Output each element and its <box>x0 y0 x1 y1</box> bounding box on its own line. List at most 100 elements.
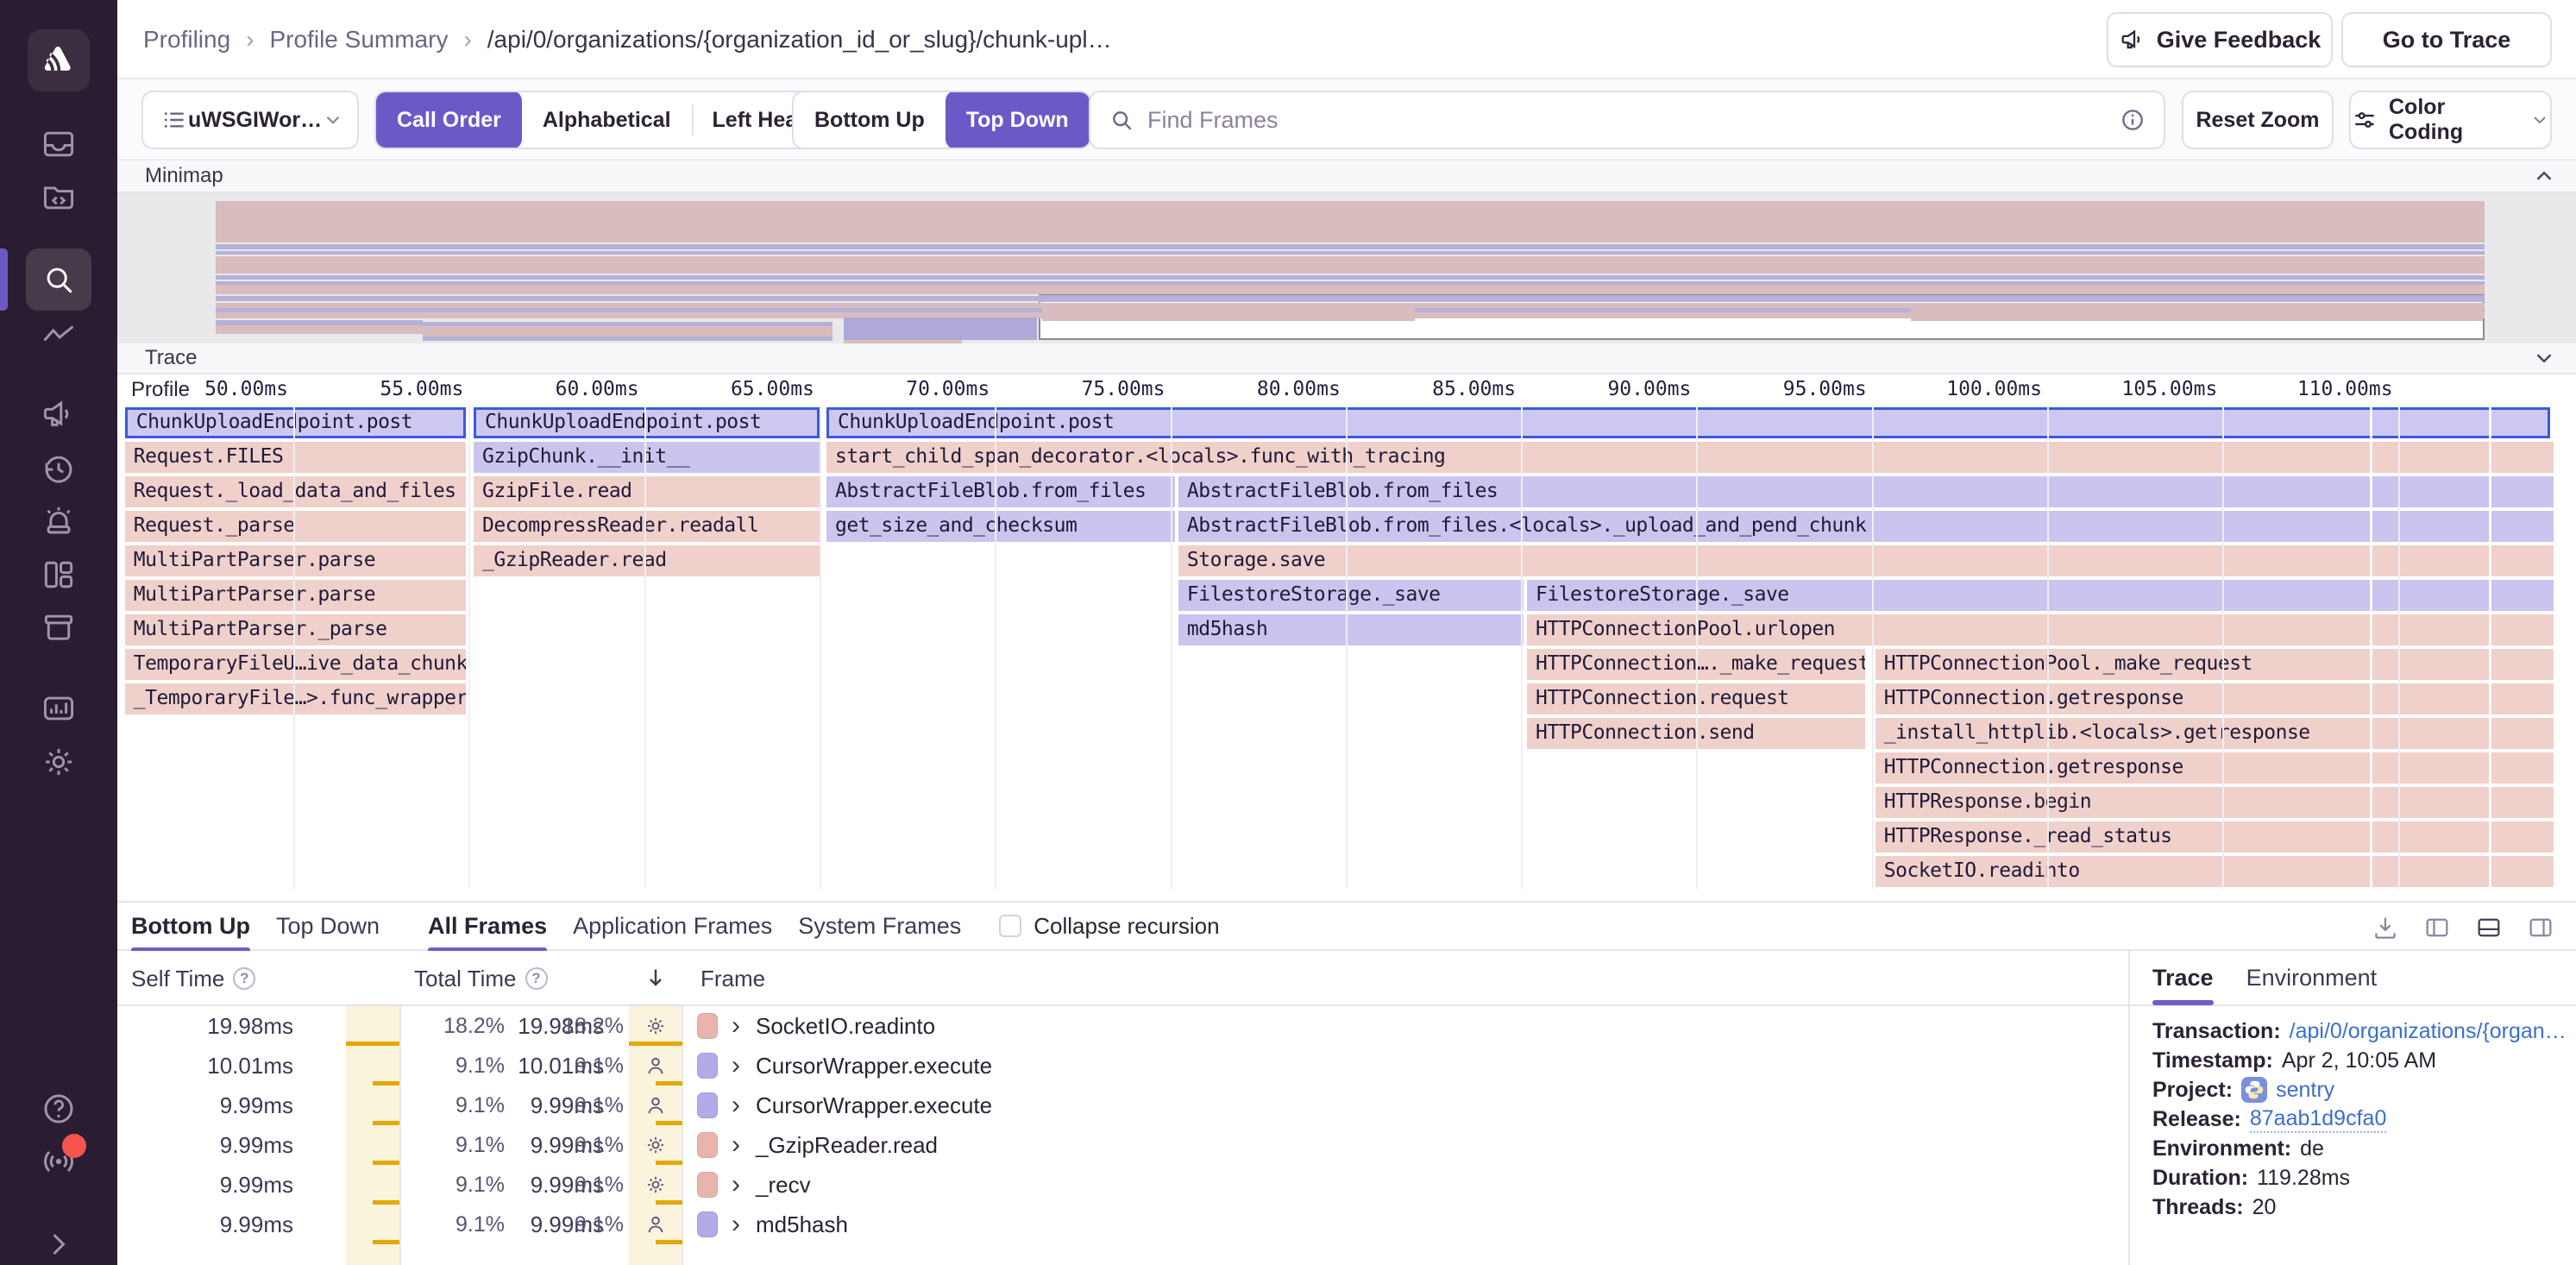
direction-option-bottom-up[interactable]: Bottom Up <box>794 91 946 149</box>
sidebar-item-expand[interactable] <box>40 1225 78 1263</box>
sort-descending-icon[interactable] <box>642 964 669 991</box>
thread-selector-dropdown[interactable]: uWSGIWor… <box>141 91 359 149</box>
expand-row-chevron[interactable]: › <box>732 1205 740 1244</box>
tab-application-frames[interactable]: Application Frames <box>573 901 772 951</box>
chevron-up-icon[interactable] <box>2531 163 2557 189</box>
flame-frame[interactable]: Request._load_data_and_files <box>125 476 466 507</box>
flame-frame[interactable]: DecompressReader.readall <box>474 511 820 542</box>
direction-option-top-down[interactable]: Top Down <box>946 91 1090 149</box>
collapse-recursion-checkbox[interactable] <box>999 915 1021 937</box>
sidebar-item-settings[interactable] <box>40 743 78 781</box>
flame-frame[interactable]: HTTPConnection.getresponse <box>1875 752 2554 784</box>
flame-frame[interactable]: GzipChunk.__init__ <box>474 442 820 473</box>
detail-value[interactable]: sentry <box>2276 1078 2334 1103</box>
flame-frame[interactable]: md5hash <box>1178 614 1524 645</box>
layout-bottom-icon[interactable] <box>2474 913 2504 942</box>
flame-frame[interactable]: HTTPResponse.begin <box>1875 787 2554 818</box>
table-row[interactable]: 9.99ms9.1%9.99ms9.1%›CursorWrapper.execu… <box>117 1086 2128 1125</box>
reset-zoom-button[interactable]: Reset Zoom <box>2182 91 2334 149</box>
table-row[interactable]: 10.01ms9.1%10.01ms9.1%›CursorWrapper.exe… <box>117 1046 2128 1086</box>
breadcrumb-item[interactable]: /api/0/organizations/{organization_id_or… <box>487 26 1112 53</box>
tab-system-frames[interactable]: System Frames <box>798 901 961 951</box>
gear-icon[interactable] <box>644 1133 668 1157</box>
table-row[interactable]: 9.99ms9.1%9.99ms9.1%›_GzipReader.read <box>117 1125 2128 1165</box>
color-coding-dropdown[interactable]: Color Coding <box>2349 91 2552 149</box>
expand-row-chevron[interactable]: › <box>732 1046 740 1086</box>
sidebar-item-stats[interactable] <box>40 689 78 727</box>
question-icon[interactable]: ? <box>233 967 255 990</box>
expand-row-chevron[interactable]: › <box>732 1006 740 1046</box>
table-row[interactable]: 19.98ms18.2%19.98ms18.2%›SocketIO.readin… <box>117 1006 2128 1046</box>
flame-frame[interactable]: _install_httplib.<locals>.getresponse <box>1875 718 2554 749</box>
table-row[interactable]: 9.99ms9.1%9.99ms9.1%›_recv <box>117 1165 2128 1205</box>
sort-option-alphabetical[interactable]: Alphabetical <box>522 91 692 149</box>
user-icon[interactable] <box>644 1212 668 1237</box>
info-icon[interactable] <box>2119 106 2146 134</box>
sidebar-item-projects[interactable] <box>40 178 78 216</box>
flame-frame[interactable]: MultiPartParser._parse <box>125 614 466 645</box>
frame-column-header[interactable]: Frame <box>701 951 765 1006</box>
layout-left-icon[interactable] <box>2422 913 2452 942</box>
table-row[interactable]: 9.99ms9.1%9.99ms9.1%›md5hash <box>117 1205 2128 1244</box>
sidebar-item-replays[interactable] <box>40 450 78 488</box>
sidebar-item-dashboards[interactable] <box>40 556 78 594</box>
self-time-column-header[interactable]: Self Time ? <box>131 951 255 1006</box>
sidebar-item-help[interactable] <box>40 1090 78 1128</box>
sentry-logo-icon[interactable] <box>28 29 90 91</box>
search-input[interactable] <box>1147 107 2107 134</box>
tab-top-down[interactable]: Top Down <box>276 901 380 951</box>
detail-value[interactable]: /api/0/organizations/{organ… <box>2290 1019 2567 1044</box>
download-icon[interactable] <box>2371 913 2400 942</box>
tab-all-frames[interactable]: All Frames <box>428 901 547 951</box>
gear-icon[interactable] <box>644 1173 668 1197</box>
chevron-down-icon[interactable] <box>2531 345 2557 371</box>
flame-frame[interactable]: TemporaryFileU…ive_data_chunk <box>125 649 466 680</box>
flame-frame[interactable]: Storage.save <box>1178 545 2554 576</box>
flame-frame[interactable]: AbstractFileBlob.from_files.<locals>._up… <box>1178 511 2554 542</box>
question-icon[interactable]: ? <box>525 967 548 990</box>
sidebar-item-explore[interactable] <box>40 261 78 299</box>
flame-frame[interactable]: ChunkUploadEndpoint.post <box>826 407 2550 438</box>
breadcrumb-item[interactable]: Profiling <box>143 26 230 53</box>
flame-frame[interactable]: MultiPartParser.parse <box>125 545 466 576</box>
minimap-canvas[interactable] <box>117 193 2576 343</box>
flame-frame[interactable]: AbstractFileBlob.from_files <box>826 476 1175 507</box>
sidebar-item-alerts[interactable] <box>40 502 78 540</box>
total-time-column-header[interactable]: Total Time ? <box>414 951 548 1006</box>
sort-option-call-order[interactable]: Call Order <box>376 91 522 149</box>
breadcrumb-item[interactable]: Profile Summary <box>270 26 449 53</box>
expand-row-chevron[interactable]: › <box>732 1125 740 1165</box>
go-to-trace-button[interactable]: Go to Trace <box>2341 12 2552 67</box>
gear-icon[interactable] <box>644 1014 668 1038</box>
flame-frame[interactable]: ChunkUploadEndpoint.post <box>474 407 820 438</box>
flame-frame[interactable]: HTTPConnectionPool._make_request <box>1875 649 2554 680</box>
flame-frame[interactable]: MultiPartParser.parse <box>125 580 466 611</box>
layout-right-icon[interactable] <box>2526 913 2555 942</box>
side-panel-tab-environment[interactable]: Environment <box>2246 950 2378 1005</box>
flame-frame[interactable]: HTTPConnection.getresponse <box>1875 683 2554 714</box>
side-panel-tab-trace[interactable]: Trace <box>2152 950 2214 1005</box>
flame-frame[interactable]: _TemporaryFile…>.func_wrapper <box>125 683 466 714</box>
flame-frame[interactable]: get_size_and_checksum <box>826 511 1175 542</box>
flame-frame[interactable]: HTTPResponse._read_status <box>1875 821 2554 853</box>
give-feedback-button[interactable]: Give Feedback <box>2107 12 2333 67</box>
flame-frame[interactable]: AbstractFileBlob.from_files <box>1178 476 2554 507</box>
flame-frame[interactable]: Request._parse <box>125 511 466 542</box>
user-icon[interactable] <box>644 1054 668 1078</box>
flame-frame[interactable]: SocketIO.readinto <box>1875 856 2554 887</box>
flame-frame[interactable]: FilestoreStorage._save <box>1178 580 1524 611</box>
sidebar-item-issues[interactable] <box>40 125 78 163</box>
tab-bottom-up[interactable]: Bottom Up <box>131 901 250 951</box>
detail-value[interactable]: 87aab1d9cfa0 <box>2250 1106 2386 1133</box>
flame-frame[interactable]: start_child_span_decorator.<locals>.func… <box>826 442 2554 473</box>
flame-frame[interactable]: Request.FILES <box>125 442 466 473</box>
expand-row-chevron[interactable]: › <box>732 1086 740 1125</box>
user-icon[interactable] <box>644 1093 668 1117</box>
expand-row-chevron[interactable]: › <box>732 1165 740 1205</box>
sidebar-item-insights[interactable] <box>40 316 78 354</box>
sidebar-item-releases[interactable] <box>40 608 78 646</box>
flame-frame[interactable]: ChunkUploadEndpoint.post <box>125 407 466 438</box>
sidebar-item-feedback[interactable] <box>40 395 78 433</box>
flame-frame[interactable]: _GzipReader.read <box>474 545 820 576</box>
flame-frame[interactable]: GzipFile.read <box>474 476 820 507</box>
